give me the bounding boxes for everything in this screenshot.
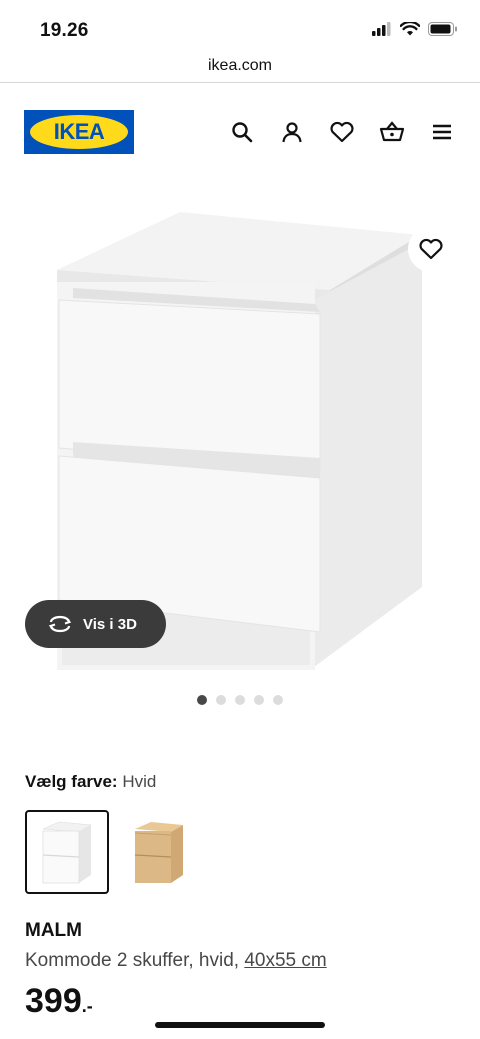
price-suffix: .- <box>81 996 93 1016</box>
logo-oval: IKEA <box>30 115 128 149</box>
header-nav <box>228 118 456 146</box>
profile-icon[interactable] <box>278 118 306 146</box>
site-header: IKEA <box>24 108 456 156</box>
color-value: Hvid <box>122 772 157 791</box>
heart-icon[interactable] <box>328 118 356 146</box>
view-in-3d-button[interactable]: Vis i 3D <box>25 600 166 648</box>
color-label: Vælg farve: <box>25 772 118 791</box>
product-size-link[interactable]: 40x55 cm <box>244 950 326 971</box>
swatch-oak[interactable] <box>117 810 201 894</box>
battery-icon <box>428 22 457 36</box>
status-bar: 19.26 <box>0 0 480 50</box>
home-indicator <box>155 1022 325 1028</box>
view-in-3d-label: Vis i 3D <box>83 615 137 633</box>
product-price: 399.- <box>25 982 93 1021</box>
carousel-dot-2[interactable] <box>216 695 226 705</box>
rotate-3d-icon <box>48 615 72 633</box>
carousel-dot-1[interactable] <box>197 695 207 705</box>
status-time: 19.26 <box>40 20 89 41</box>
swatch-white[interactable] <box>25 810 109 894</box>
favourite-button[interactable] <box>408 226 454 272</box>
status-icons <box>372 22 458 36</box>
carousel-dot-5[interactable] <box>273 695 283 705</box>
wifi-icon <box>400 22 420 36</box>
carousel-dot-4[interactable] <box>254 695 264 705</box>
carousel-dot-3[interactable] <box>235 695 245 705</box>
heart-icon <box>419 238 443 260</box>
oak-dresser-thumbnail <box>134 822 183 883</box>
ikea-logo[interactable]: IKEA <box>24 110 134 154</box>
product-description: Kommode 2 skuffer, hvid, 40x55 cm <box>25 950 327 972</box>
basket-icon[interactable] <box>378 118 406 146</box>
search-icon[interactable] <box>228 118 256 146</box>
menu-icon[interactable] <box>428 118 456 146</box>
logo-text: IKEA <box>53 119 105 144</box>
signal-icon <box>372 22 391 36</box>
color-selector-label: Vælg farve: Hvid <box>25 772 156 792</box>
url-text: ikea.com <box>207 57 273 74</box>
browser-url-bar[interactable]: ikea.com <box>0 50 480 83</box>
product-description-text: Kommode 2 skuffer, hvid, <box>25 950 245 971</box>
product-name: MALM <box>25 920 82 941</box>
carousel-dots <box>0 695 480 705</box>
price-value: 399 <box>25 982 82 1020</box>
white-dresser-thumbnail <box>42 821 92 884</box>
